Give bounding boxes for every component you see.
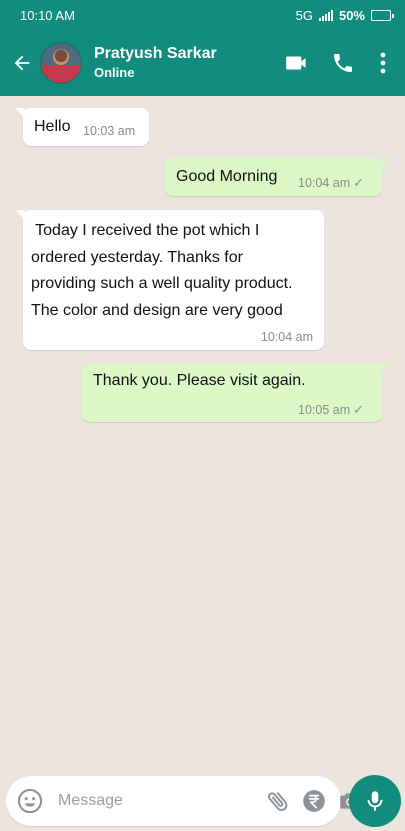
message-bubble-incoming[interactable]: Today I received the pot which I ordered… (15, 210, 324, 350)
message-time: 10:04 am (260, 330, 313, 344)
message-line: Today I received the pot which I (31, 222, 260, 239)
video-call-button[interactable] (277, 43, 317, 83)
back-arrow-icon (14, 55, 30, 71)
message-bubble-incoming[interactable]: Hello 10:03 am (15, 108, 149, 146)
contact-info[interactable]: Pratyush Sarkar Online (94, 44, 271, 82)
status-time: 10:10 AM (20, 7, 75, 23)
chat-messages[interactable]: Hello 10:03 am Good Morning 10:04 am ✓ To… (0, 96, 405, 772)
message-composer (6, 776, 360, 826)
rupee-icon (303, 790, 325, 812)
message-input[interactable] (58, 792, 265, 810)
status-indicators: 5G 50% (295, 7, 394, 23)
sent-check-icon: ✓ (353, 402, 365, 417)
message-line: providing such a well quality product. (31, 275, 293, 292)
voice-call-button[interactable] (323, 43, 363, 83)
more-options-button[interactable] (369, 43, 397, 83)
video-call-icon (286, 56, 306, 70)
more-vert-icon (380, 52, 386, 74)
message-text: Hello (34, 118, 71, 135)
message-text: Good Morning (176, 168, 278, 185)
message-meta: 10:04 am ✓ (298, 174, 364, 192)
back-button[interactable] (4, 43, 40, 83)
message-time: 10:03 am (83, 124, 136, 138)
battery-icon (371, 9, 394, 21)
attach-icon (268, 792, 288, 811)
message-bubble-outgoing[interactable]: Good Morning 10:04 am ✓ (165, 158, 390, 196)
battery-percent: 50% (338, 7, 365, 23)
signal-icon (318, 9, 333, 21)
message-text: Today I received the pot which I ordered… (31, 218, 292, 324)
phone-icon (334, 54, 352, 72)
emoji-button[interactable] (16, 786, 44, 816)
chat-header: Pratyush Sarkar Online (0, 30, 405, 96)
message-line: ordered yesterday. Thanks for (31, 248, 243, 266)
sent-check-icon: ✓ (353, 175, 365, 190)
message-text: Thank you. Please visit again. (93, 372, 306, 389)
message-bubble-outgoing[interactable]: Thank you. Please visit again. 10:05 am ✓ (82, 364, 390, 422)
status-bar: 10:10 AM 5G 50% (0, 0, 405, 30)
voice-record-button[interactable] (349, 775, 401, 827)
avatar[interactable] (40, 42, 82, 84)
payment-button[interactable] (301, 786, 327, 816)
attach-button[interactable] (265, 786, 291, 816)
message-meta: 10:05 am ✓ (298, 401, 364, 419)
mic-icon (367, 791, 383, 811)
message-line: The color and design are very good (31, 301, 283, 319)
header-actions (271, 43, 397, 83)
emoji-icon (17, 788, 43, 814)
message-time: 10:05 am (298, 403, 351, 417)
contact-status: Online (94, 65, 135, 80)
network-label: 5G (295, 7, 313, 23)
contact-name: Pratyush Sarkar (94, 45, 217, 62)
message-time: 10:04 am (298, 176, 351, 190)
